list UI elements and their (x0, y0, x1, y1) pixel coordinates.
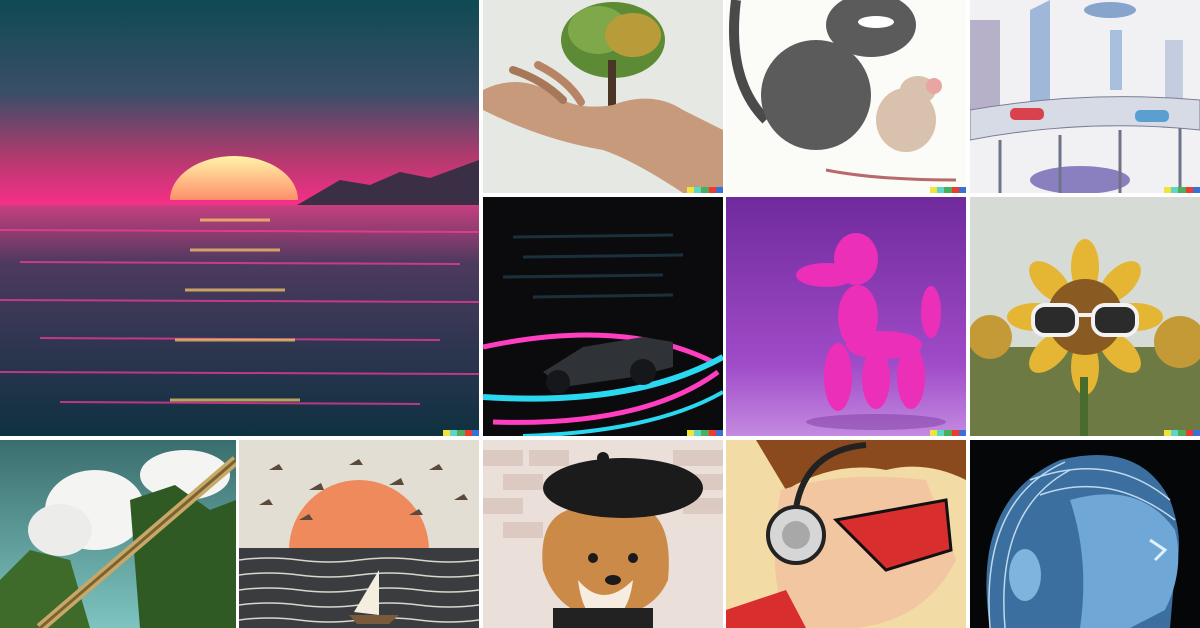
tile-birds-sunset-sea (239, 440, 479, 628)
signature-strip (687, 187, 723, 193)
birds-sunset-sea-image (239, 440, 479, 628)
signature-strip (930, 430, 966, 436)
tile-tree-in-hand (483, 0, 723, 193)
tile-green-cliffs (0, 440, 236, 628)
sunset-ocean-image (0, 0, 479, 436)
tile-shiba-beret (483, 440, 723, 628)
shiba-beret-image (483, 440, 723, 628)
tree-in-hand-image (483, 0, 723, 193)
tile-neon-race-car (483, 197, 723, 436)
tile-blue-head (970, 440, 1200, 628)
futuristic-city-image (970, 0, 1200, 193)
comic-hero-image (726, 440, 966, 628)
sunflower-sunglasses-image (970, 197, 1200, 436)
signature-strip (443, 430, 479, 436)
neon-race-car-image (483, 197, 723, 436)
signature-strip (687, 430, 723, 436)
balloon-dog-image (726, 197, 966, 436)
signature-strip (1164, 430, 1200, 436)
tile-cat-and-mouse (726, 0, 966, 193)
blue-head-image (970, 440, 1200, 628)
tile-balloon-dog (726, 197, 966, 436)
tile-synthwave-sunset (0, 0, 479, 436)
signature-strip (930, 187, 966, 193)
green-cliffs-image (0, 440, 236, 628)
tile-sunflower-sunglasses (970, 197, 1200, 436)
signature-strip (1164, 187, 1200, 193)
cat-and-mouse-image (726, 0, 966, 193)
tile-comic-hero (726, 440, 966, 628)
tile-futuristic-city (970, 0, 1200, 193)
